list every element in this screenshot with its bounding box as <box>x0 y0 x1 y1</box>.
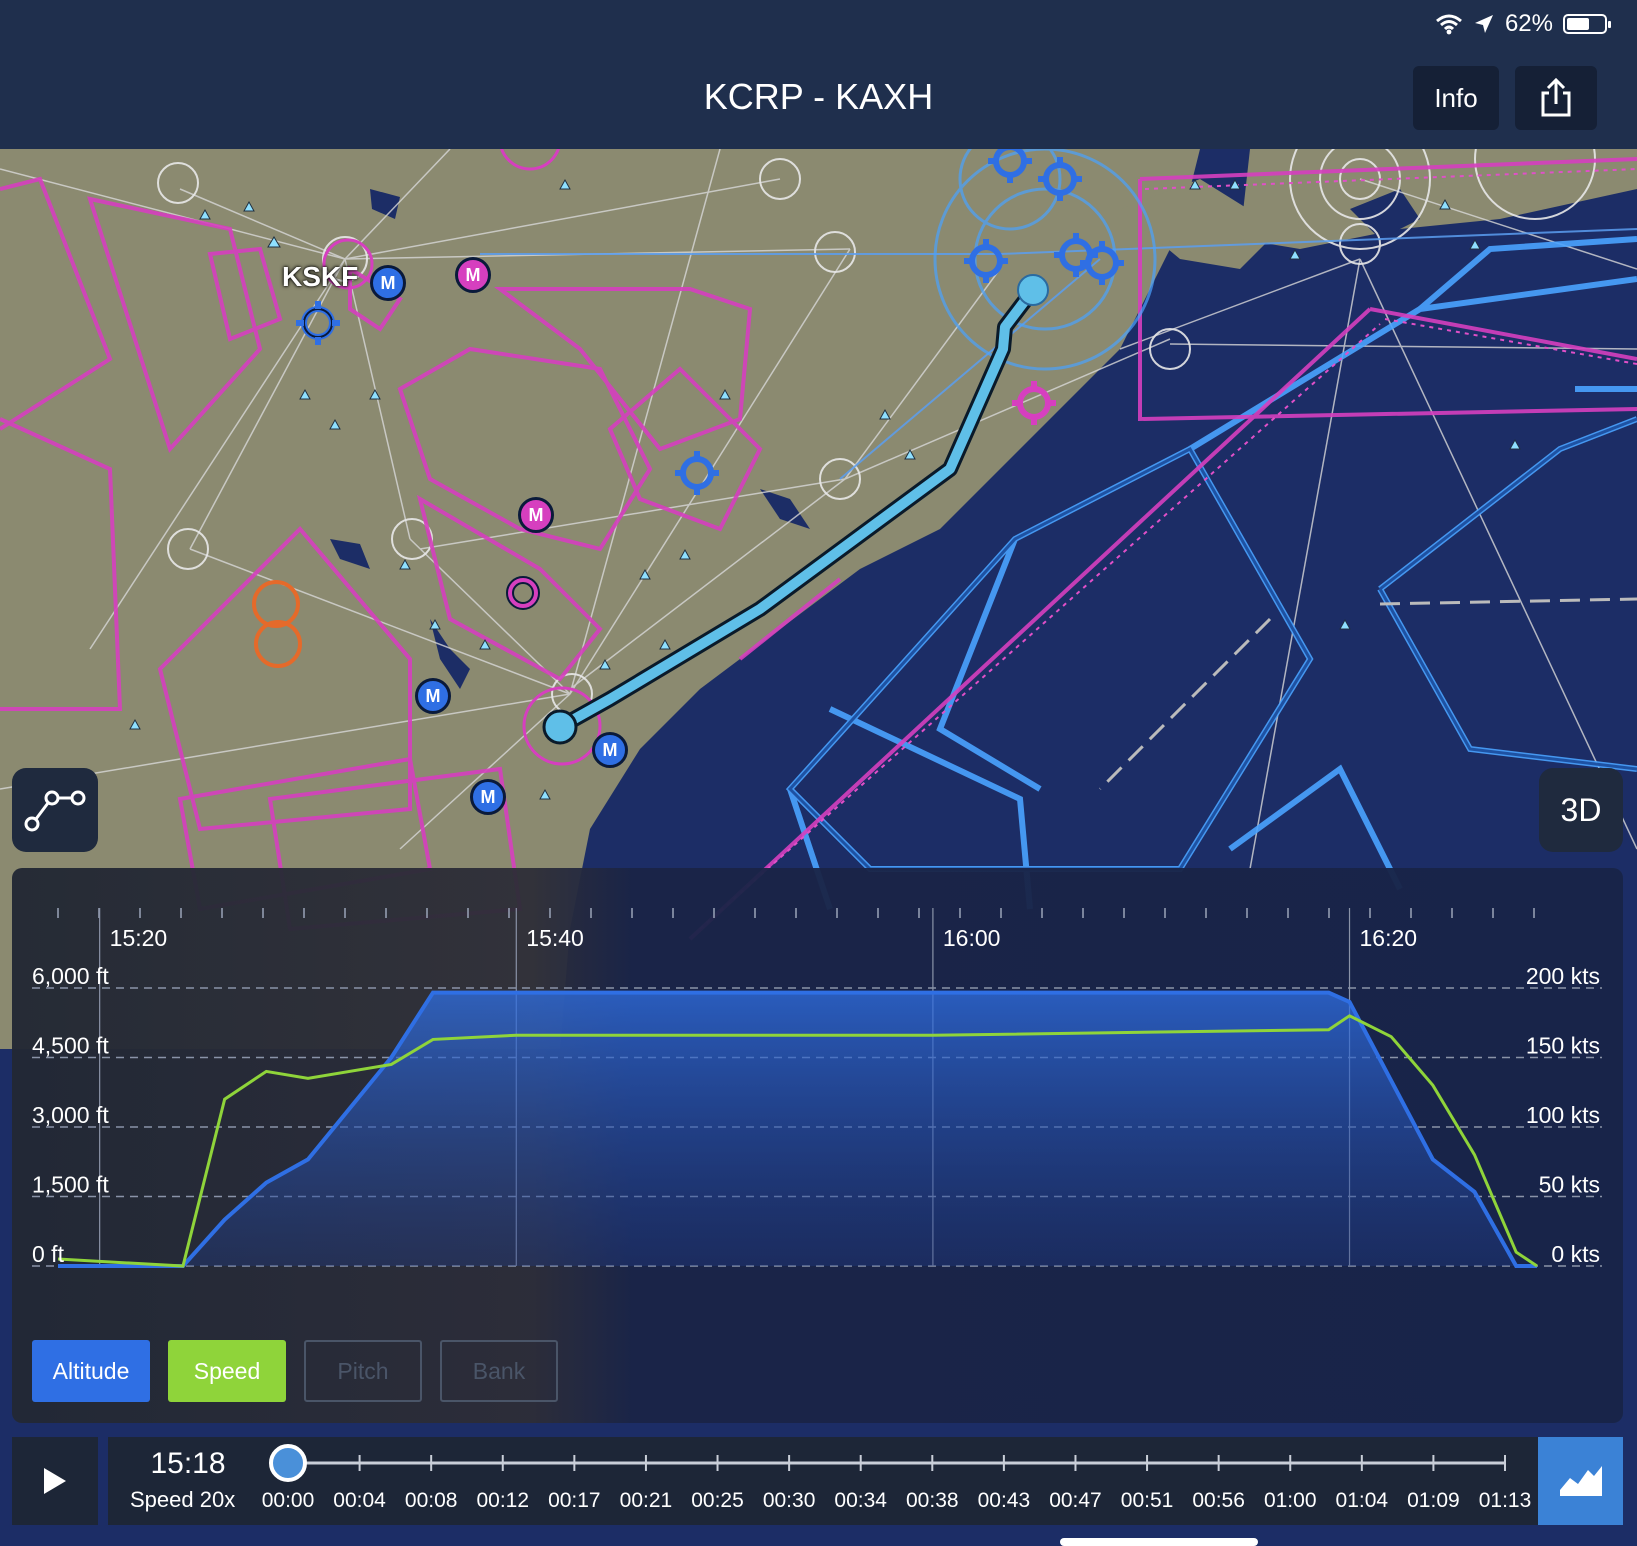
chart-toggle-button[interactable] <box>1538 1437 1623 1525</box>
elapsed-time-label: 00:04 <box>333 1489 386 1512</box>
speed-toggle[interactable]: Speed <box>168 1340 286 1402</box>
share-button[interactable] <box>1515 66 1597 130</box>
military-airport-marker[interactable]: M <box>518 497 554 533</box>
elapsed-time-label: 00:21 <box>620 1489 673 1512</box>
flight-profile-chart[interactable]: 15:20 15:40 16:00 16:20 6,000 ft 4,500 ft 3,00… <box>12 868 1623 1338</box>
pitch-toggle[interactable]: Pitch <box>304 1340 422 1402</box>
altitude-toggle[interactable]: Altitude <box>32 1340 150 1402</box>
elapsed-time-label: 00:25 <box>691 1489 744 1512</box>
elapsed-time-label: 00:34 <box>834 1489 887 1512</box>
elapsed-time-label: 00:30 <box>763 1489 816 1512</box>
play-icon <box>44 1468 66 1494</box>
altitude-tick-label: 4,500 ft <box>32 1033 109 1059</box>
elapsed-time-label: 00:38 <box>906 1489 959 1512</box>
military-airport-marker[interactable]: M <box>455 257 491 293</box>
battery-percent: 62% <box>1504 10 1553 37</box>
elapsed-time-label: 01:13 <box>1479 1489 1532 1512</box>
military-airport-marker[interactable]: M <box>592 732 628 768</box>
elapsed-time-label: 01:04 <box>1336 1489 1389 1512</box>
elapsed-time-label: 00:08 <box>405 1489 458 1512</box>
military-airport-marker[interactable]: M <box>415 678 451 714</box>
time-tick-label: 16:00 <box>943 925 1001 951</box>
elapsed-time-label: 00:43 <box>978 1489 1031 1512</box>
speed-tick-label: 50 kts <box>1539 1172 1600 1198</box>
home-indicator <box>1060 1538 1258 1546</box>
altitude-tick-label: 1,500 ft <box>32 1172 109 1198</box>
altitude-tick-label: 0 ft <box>32 1241 65 1267</box>
3d-view-button[interactable]: 3D <box>1539 768 1623 852</box>
altitude-tick-label: 3,000 ft <box>32 1102 109 1128</box>
speed-tick-label: 100 kts <box>1526 1102 1600 1128</box>
status-bar: 62% <box>0 0 1637 48</box>
speed-tick-label: 0 kts <box>1551 1241 1600 1267</box>
status-indicators: 62% <box>1435 10 1611 38</box>
airport-icon[interactable] <box>986 149 1034 185</box>
playback-timeline: 15:18 Speed 20x 00:00 00:04 00:08 00:12 00:1… <box>108 1437 1538 1525</box>
location-arrow-icon <box>1474 15 1493 33</box>
airport-label-kskf[interactable]: KSKF <box>282 261 358 293</box>
battery-icon <box>1563 14 1611 34</box>
airport-icon[interactable] <box>1036 155 1084 203</box>
flight-title: KCRP - KAXH <box>703 76 934 117</box>
elapsed-time-label: 01:00 <box>1264 1489 1317 1512</box>
airport-icon[interactable] <box>673 449 721 497</box>
time-tick-label: 15:40 <box>526 925 584 951</box>
time-tick-label: 15:20 <box>110 925 168 951</box>
time-tick-label: 16:20 <box>1360 925 1418 951</box>
airport-icon[interactable] <box>1010 379 1058 427</box>
play-button[interactable] <box>12 1437 98 1525</box>
info-button[interactable]: Info <box>1413 66 1499 130</box>
altitude-area <box>58 992 1537 1266</box>
elapsed-time-label: 00:56 <box>1192 1489 1245 1512</box>
airport-icon[interactable] <box>1078 239 1126 287</box>
speed-tick-label: 200 kts <box>1526 963 1600 989</box>
elapsed-time-label: 00:00 <box>262 1489 315 1512</box>
elapsed-time-label: 00:12 <box>476 1489 529 1512</box>
wifi-icon <box>1435 14 1462 35</box>
airport-icon[interactable] <box>504 574 542 612</box>
playback-bar: 15:18 Speed 20x 00:00 00:04 00:08 00:12 00:1… <box>12 1437 1623 1525</box>
share-icon <box>1541 78 1571 117</box>
military-airport-marker[interactable]: M <box>470 779 506 815</box>
scrubber-handle[interactable] <box>269 1444 307 1482</box>
elapsed-time-label: 00:47 <box>1049 1489 1102 1512</box>
flight-profile-panel: 15:20 15:40 16:00 16:20 6,000 ft 4,500 ft 3,00… <box>12 868 1623 1423</box>
route-icon <box>24 790 86 832</box>
timeline-scrubber[interactable]: 00:00 00:04 00:08 00:12 00:17 00:21 00:25 00:30… <box>108 1437 1538 1525</box>
bank-toggle[interactable]: Bank <box>440 1340 558 1402</box>
navigation-bar: KCRP - KAXH Info <box>0 48 1637 150</box>
military-airport-marker[interactable]: M <box>370 265 406 301</box>
airport-icon[interactable] <box>294 299 342 347</box>
route-button[interactable] <box>12 768 98 852</box>
chart-icon <box>1559 1466 1602 1496</box>
speed-tick-label: 150 kts <box>1526 1033 1600 1059</box>
airport-icon[interactable] <box>962 237 1010 285</box>
elapsed-time-label: 00:17 <box>548 1489 601 1512</box>
elapsed-time-label: 00:51 <box>1121 1489 1174 1512</box>
altitude-tick-label: 6,000 ft <box>32 963 109 989</box>
elapsed-time-label: 01:09 <box>1407 1489 1460 1512</box>
